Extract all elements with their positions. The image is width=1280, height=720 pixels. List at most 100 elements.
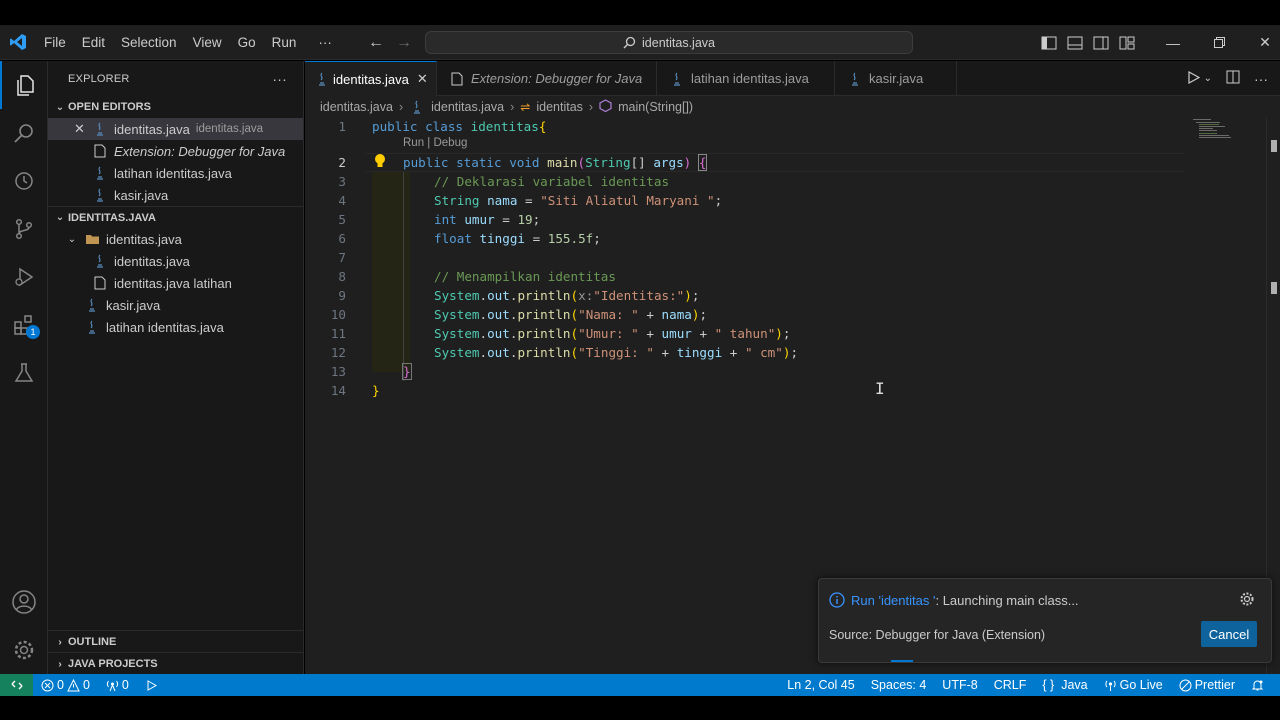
explorer-icon[interactable] [0,61,48,109]
minimize-icon[interactable]: — [1150,25,1196,60]
lightbulb-icon[interactable] [373,153,389,171]
split-editor-icon[interactable] [1226,70,1240,87]
project-header[interactable]: ⌄ IDENTITAS.JAVA [48,206,303,228]
toggle-secondary-sidebar-icon[interactable] [1092,34,1110,52]
nav-arrows: ← → [368,25,412,60]
code-line: System.out.println("Umur: " + umur + " t… [434,326,791,341]
explorer-more-icon[interactable]: ··· [272,71,287,87]
java-file-icon [92,253,108,269]
breadcrumb-item[interactable]: identitas.java [431,100,504,114]
open-editor-item[interactable]: latihan identitas.java [48,162,303,184]
settings-gear-icon[interactable] [0,626,48,674]
breadcrumb-item[interactable]: identitas [536,100,583,114]
tree-folder[interactable]: ⌄ identitas.java [48,228,303,250]
forward-arrow-icon[interactable]: → [396,34,412,52]
accounts-icon[interactable] [0,578,48,626]
customize-layout-icon[interactable] [1118,34,1136,52]
breadcrumb-item[interactable]: identitas.java [320,100,393,114]
open-editor-item[interactable]: ✕ identitas.java identitas.java [48,118,303,140]
restore-icon[interactable] [1196,25,1242,60]
open-editor-item[interactable]: Extension: Debugger for Java [48,140,303,162]
minimap[interactable] [1193,119,1233,139]
run-java-icon[interactable] [1188,70,1200,87]
language-mode[interactable]: { } Java [1034,674,1095,696]
letterbox-top [0,0,1280,25]
open-editor-item[interactable]: kasir.java [48,184,303,206]
line-number: 9 [338,288,346,303]
tree-item[interactable]: identitas.java latihan [48,272,303,294]
open-editor-label: identitas.java [114,121,190,137]
tab-close-icon[interactable]: ✕ [417,71,428,87]
end-of-line[interactable]: CRLF [986,674,1035,696]
tab-identitas[interactable]: identitas.java ✕ [305,61,437,96]
chevron-right-icon: › [58,636,62,648]
error-count: 0 [57,678,64,692]
search-icon[interactable] [0,109,48,157]
back-arrow-icon[interactable]: ← [368,34,384,52]
menu-more[interactable]: ··· [310,25,340,60]
ports-status[interactable]: 0 [98,674,137,696]
tree-item[interactable]: kasir.java [48,294,303,316]
project-title: IDENTITAS.JAVA [68,211,157,224]
run-dropdown-chevron-icon[interactable]: ⌄ [1204,73,1212,84]
more-actions-icon[interactable]: ··· [1254,71,1268,87]
menu-file[interactable]: File [36,25,74,60]
tab-extension-debugger[interactable]: Extension: Debugger for Java [437,61,657,96]
tab-latihan-identitas[interactable]: latihan identitas.java [657,61,835,96]
source-control-icon[interactable] [0,205,48,253]
menu-bar: File Edit Selection View Go Run ··· [36,25,340,60]
outline-header[interactable]: › OUTLINE [48,631,304,653]
close-icon[interactable]: ✕ [74,121,86,137]
indentation[interactable]: Spaces: 4 [863,674,935,696]
breadcrumb-item[interactable]: main(String[]) [618,100,693,114]
tree-item[interactable]: latihan identitas.java [48,316,303,338]
explorer-title: EXPLORER [68,72,130,85]
toggle-panel-icon[interactable] [1066,34,1084,52]
java-projects-header[interactable]: › JAVA PROJECTS [48,653,304,675]
notification-settings-gear-icon[interactable] [1239,591,1257,609]
line-number: 4 [338,193,346,208]
menu-view[interactable]: View [185,25,230,60]
codelens-run-debug[interactable]: Run | Debug [403,137,467,149]
open-editors-header[interactable]: ⌄ OPEN EDITORS [48,96,303,118]
tree-label: identitas.java [106,231,182,247]
code-line: System.out.println("Tinggi: " + tinggi +… [434,345,799,360]
notification-source: Source: Debugger for Java (Extension) [829,628,1046,642]
warning-count: 0 [82,678,90,692]
encoding[interactable]: UTF-8 [934,674,985,696]
java-file-icon [847,71,863,87]
open-editor-desc: identitas.java [195,123,264,135]
chevron-down-icon: ⌄ [55,212,65,223]
toggle-primary-sidebar-icon[interactable] [1040,34,1058,52]
close-window-icon[interactable]: ✕ [1242,25,1280,60]
menu-go[interactable]: Go [230,25,264,60]
line-number: 11 [330,326,346,341]
problems-status[interactable]: 0 0 [33,674,98,696]
menu-run[interactable]: Run [264,25,305,60]
line-number: 1 [338,119,346,134]
radio-tower-icon [106,680,119,691]
layout-controls [1040,25,1136,60]
timeline-icon[interactable] [0,157,48,205]
status-bar: 0 0 0 Ln 2, Col 45 Spaces: 4 UTF-8 CRLF … [0,674,1280,696]
cancel-button[interactable]: Cancel [1201,621,1257,647]
prettier[interactable]: Prettier [1171,674,1243,696]
tree-item[interactable]: identitas.java [48,250,303,272]
command-center-search[interactable]: identitas.java [425,31,913,54]
breadcrumb: identitas.java › identitas.java › ⇌ iden… [305,96,1280,118]
cursor-position[interactable]: Ln 2, Col 45 [779,674,862,696]
extensions-icon[interactable]: 1 [0,301,48,349]
code-line: public class identitas{ [372,119,547,134]
run-debug-icon[interactable] [0,253,48,301]
menu-edit[interactable]: Edit [74,25,113,60]
go-live[interactable]: Go Live [1096,674,1171,696]
debug-status[interactable] [137,674,166,696]
menu-selection[interactable]: Selection [113,25,185,60]
remote-indicator-icon[interactable] [0,674,33,696]
testing-flask-icon[interactable] [0,349,48,397]
notification-link[interactable]: Run 'identitas ' [851,593,935,608]
go-live-label: Go Live [1119,678,1163,692]
notifications-bell-icon[interactable] [1243,674,1272,696]
editor-tabs: identitas.java ✕ Extension: Debugger for… [305,61,1280,96]
tab-kasir[interactable]: kasir.java [835,61,957,96]
